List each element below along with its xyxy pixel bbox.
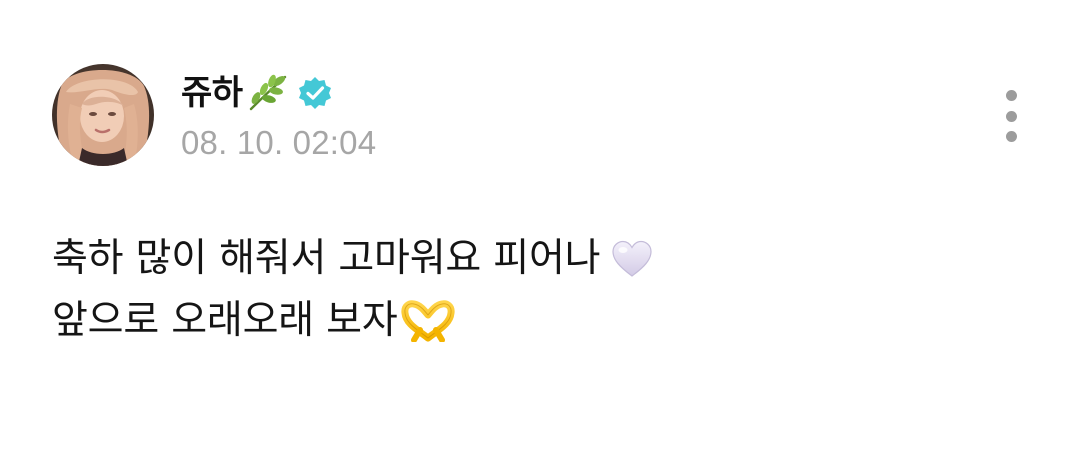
author-name[interactable]: 쥬하 xyxy=(181,76,243,110)
post-card: 쥬하 08. 10. 02:04 축하 많이 해줘서 고마워요 피어나 앞으로 … xyxy=(0,0,1080,458)
white-heart-icon xyxy=(610,239,654,279)
verified-badge-icon xyxy=(297,75,333,111)
post-body-line: 앞으로 오래오래 보자 xyxy=(52,290,654,352)
post-timestamp: 08. 10. 02:04 xyxy=(181,124,377,161)
post-header: 쥬하 08. 10. 02:04 xyxy=(52,64,1032,168)
more-options-button[interactable] xyxy=(996,90,1026,142)
post-body-text: 앞으로 오래오래 보자 xyxy=(52,298,398,343)
post-body-line: 축하 많이 해줘서 고마워요 피어나 xyxy=(52,228,654,290)
avatar-image xyxy=(52,64,154,166)
avatar[interactable] xyxy=(52,64,154,166)
leaf-icon xyxy=(245,73,291,113)
more-vertical-icon-dot xyxy=(1005,110,1017,122)
author-row: 쥬하 xyxy=(181,67,376,119)
post-body-text: 축하 많이 해줘서 고마워요 피어나 xyxy=(52,236,601,281)
more-vertical-icon xyxy=(1005,90,1017,101)
heart-hands-icon xyxy=(400,300,456,342)
post-body: 축하 많이 해줘서 고마워요 피어나 앞으로 오래오래 보자 xyxy=(52,228,654,352)
author-meta: 쥬하 08. 10. 02:04 xyxy=(181,67,376,159)
more-vertical-icon-dot xyxy=(1005,131,1017,142)
